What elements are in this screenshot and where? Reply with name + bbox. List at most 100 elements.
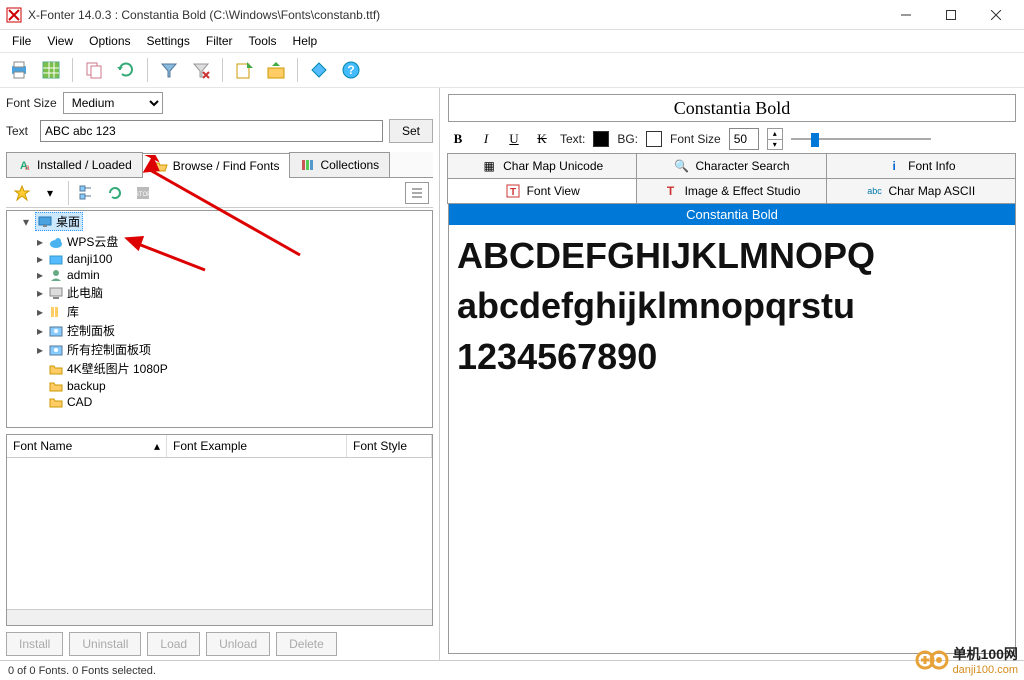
preview-pane: Constantia Bold ABCDEFGHIJKLMNOPQ abcdef… — [448, 203, 1016, 654]
col-example[interactable]: Font Example — [167, 435, 347, 457]
preview-line-digits: 1234567890 — [457, 332, 1007, 382]
preview-line-upper: ABCDEFGHIJKLMNOPQ — [457, 231, 1007, 281]
right-panel: Constantia Bold B I U K Text: BG: Font S… — [440, 88, 1024, 660]
export-icon[interactable] — [263, 57, 289, 83]
tree-item[interactable]: CAD — [35, 394, 432, 410]
status-text: 0 of 0 Fonts. 0 Fonts selected. — [8, 665, 156, 677]
filter-clear-icon[interactable] — [188, 57, 214, 83]
text-color-label: Text: — [560, 132, 585, 146]
svg-text:STOP: STOP — [135, 192, 151, 198]
tree-item[interactable]: ▸ danji100 — [35, 251, 432, 267]
bg-color-swatch[interactable] — [646, 131, 662, 147]
text-t-icon: T — [505, 183, 521, 199]
tab-font-view[interactable]: TFont View — [447, 178, 637, 204]
tree-item[interactable]: ▸ WPS云盘 — [35, 232, 432, 251]
info-icon: i — [886, 158, 902, 174]
close-button[interactable] — [973, 0, 1018, 30]
set-button[interactable]: Set — [389, 119, 433, 143]
tab-font-info[interactable]: iFont Info — [826, 153, 1016, 179]
tree-item[interactable]: ▸ 此电脑 — [35, 283, 432, 302]
uninstall-button[interactable]: Uninstall — [69, 632, 141, 656]
hscrollbar[interactable] — [7, 609, 432, 625]
print-icon[interactable] — [6, 57, 32, 83]
install-button[interactable]: Install — [6, 632, 63, 656]
menu-settings[interactable]: Settings — [139, 32, 198, 50]
preview-fontsize-input[interactable] — [729, 128, 759, 150]
menu-tools[interactable]: Tools — [241, 32, 285, 50]
titlebar: X-Fonter 14.0.3 : Constantia Bold (C:\Wi… — [0, 0, 1024, 30]
folder-open-icon — [153, 158, 169, 174]
grid-icon[interactable] — [38, 57, 64, 83]
sample-text-label: Text — [6, 124, 34, 138]
font-list[interactable]: Font Name ▴ Font Example Font Style — [6, 434, 433, 626]
tree-item[interactable]: ▸ 所有控制面板项 — [35, 340, 432, 359]
text-t2-icon: T — [663, 183, 679, 199]
spinner-down[interactable]: ▾ — [768, 139, 782, 149]
tab-char-search[interactable]: 🔍Character Search — [636, 153, 826, 179]
tab-browse[interactable]: Browse / Find Fonts — [142, 153, 291, 178]
left-panel: Font Size Medium Text Set Aa Installed /… — [0, 88, 440, 660]
watermark: 单机100网 danji100.com — [915, 644, 1018, 676]
tab-collections[interactable]: Collections — [289, 152, 390, 177]
preview-line-lower: abcdefghijklmnopqrstu — [457, 281, 1007, 331]
dropdown-icon[interactable]: ▾ — [38, 182, 62, 204]
tree-item[interactable]: ▸ 库 — [35, 302, 432, 321]
import-icon[interactable] — [231, 57, 257, 83]
window-title: X-Fonter 14.0.3 : Constantia Bold (C:\Wi… — [28, 8, 883, 22]
unload-button[interactable]: Unload — [206, 632, 270, 656]
refresh-small-icon[interactable] — [103, 182, 127, 204]
list-options-icon[interactable] — [405, 182, 429, 204]
col-fontname[interactable]: Font Name ▴ — [7, 435, 167, 457]
tab-installed[interactable]: Aa Installed / Loaded — [6, 152, 143, 177]
menubar: File View Options Settings Filter Tools … — [0, 30, 1024, 52]
folder-tree[interactable]: ▾ 桌面▸ WPS云盘▸ danji100▸ admin▸ 此电脑▸ 库▸ 控制… — [6, 210, 433, 428]
minimize-button[interactable] — [883, 0, 928, 30]
tree-item[interactable]: backup — [35, 378, 432, 394]
fontsize-select[interactable]: Medium — [63, 92, 163, 114]
tree-item[interactable]: ▸ 控制面板 — [35, 321, 432, 340]
sample-text-input[interactable] — [40, 120, 383, 142]
text-color-swatch[interactable] — [593, 131, 609, 147]
delete-button[interactable]: Delete — [276, 632, 337, 656]
maximize-button[interactable] — [928, 0, 973, 30]
menu-filter[interactable]: Filter — [198, 32, 241, 50]
refresh-icon[interactable] — [113, 57, 139, 83]
preview-header: Constantia Bold — [449, 204, 1015, 225]
italic-button[interactable]: I — [476, 130, 496, 148]
menu-view[interactable]: View — [39, 32, 81, 50]
diamond-icon[interactable] — [306, 57, 332, 83]
fontsize-slider[interactable] — [791, 130, 931, 148]
main-toolbar: ? — [0, 52, 1024, 88]
tree-icon[interactable] — [75, 182, 99, 204]
format-toolbar: B I U K Text: BG: Font Size ▴ ▾ — [448, 128, 1016, 150]
preview-body: ABCDEFGHIJKLMNOPQ abcdefghijklmnopqrstu … — [449, 225, 1015, 388]
stop-icon[interactable]: STOP — [131, 182, 155, 204]
menu-options[interactable]: Options — [81, 32, 138, 50]
load-button[interactable]: Load — [147, 632, 200, 656]
abc-icon: abc — [866, 183, 882, 199]
tab-charmap-unicode[interactable]: ▦Char Map Unicode — [447, 153, 637, 179]
filter-icon[interactable] — [156, 57, 182, 83]
spinner-up[interactable]: ▴ — [768, 129, 782, 139]
menu-help[interactable]: Help — [285, 32, 326, 50]
tab-charmap-ascii[interactable]: abcChar Map ASCII — [826, 178, 1016, 204]
preview-fontsize-label: Font Size — [670, 132, 721, 146]
bold-button[interactable]: B — [448, 130, 468, 148]
copy-icon[interactable] — [81, 57, 107, 83]
strike-button[interactable]: K — [532, 130, 552, 148]
tree-item[interactable]: 4K壁纸图片 1080P — [35, 359, 432, 378]
tree-item[interactable]: ▾ 桌面 — [21, 211, 432, 232]
col-style[interactable]: Font Style — [347, 435, 432, 457]
help-icon[interactable]: ? — [338, 57, 364, 83]
menu-file[interactable]: File — [4, 32, 39, 50]
star-icon[interactable] — [10, 182, 34, 204]
tree-item[interactable]: ▸ admin — [35, 267, 432, 283]
font-list-body — [7, 458, 432, 609]
fontsize-label: Font Size — [6, 96, 57, 110]
underline-button[interactable]: U — [504, 130, 524, 148]
app-icon — [6, 7, 22, 23]
tab-image-studio[interactable]: TImage & Effect Studio — [636, 178, 826, 204]
svg-text:a: a — [25, 163, 30, 172]
left-subtoolbar: ▾ STOP — [6, 178, 433, 208]
font-a-icon: Aa — [17, 157, 33, 173]
